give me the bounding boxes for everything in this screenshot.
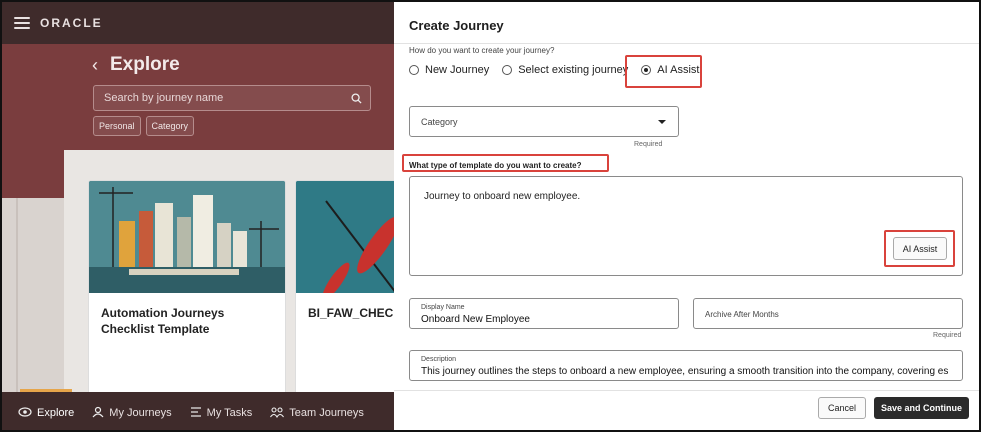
- search-placeholder: Search by journey name: [104, 92, 224, 104]
- nav-explore[interactable]: Explore: [18, 406, 75, 420]
- category-label: Category: [421, 116, 458, 127]
- nav-label: My Journeys: [109, 407, 172, 419]
- nav-my-journeys[interactable]: My Journeys: [92, 406, 172, 421]
- radio-select-existing-journey[interactable]: Select existing journey: [502, 64, 628, 76]
- description-field[interactable]: Description This journey outlines the st…: [409, 350, 963, 381]
- card-title: Automation Journeys Checklist Template: [101, 306, 225, 336]
- explore-header: ‹ Explore: [92, 54, 180, 76]
- oracle-logo: ORACLE: [40, 16, 103, 30]
- footer-divider: [394, 390, 979, 391]
- nav-team-journeys[interactable]: Team Journeys: [270, 406, 364, 421]
- nav-my-tasks[interactable]: My Tasks: [190, 406, 253, 421]
- tasks-icon: [190, 406, 202, 421]
- description-value: This journey outlines the steps to onboa…: [421, 366, 949, 377]
- required-hint: Required: [634, 141, 663, 148]
- drawer-title: Create Journey: [409, 18, 504, 33]
- description-label: Description: [421, 356, 457, 363]
- radio-label: Select existing journey: [518, 64, 629, 76]
- cancel-button[interactable]: Cancel: [818, 397, 866, 419]
- header-divider: [394, 43, 979, 44]
- radio-new-journey[interactable]: New Journey: [409, 64, 489, 76]
- person-icon: [92, 406, 104, 421]
- radio-label: AI Assist: [657, 64, 700, 76]
- radio-ai-assist[interactable]: AI Assist: [641, 64, 699, 76]
- radio-circle[interactable]: [409, 65, 419, 75]
- ai-assist-button[interactable]: AI Assist: [893, 237, 947, 260]
- left-background-panel: [2, 198, 64, 398]
- chip-category[interactable]: Category: [145, 116, 195, 136]
- create-journey-drawer: Create Journey How do you want to create…: [394, 4, 979, 430]
- archive-after-months-label: Archive After Months: [705, 310, 779, 319]
- bottom-navigation: Explore My Journeys My Tasks Team Journe…: [2, 392, 394, 430]
- search-icon[interactable]: [342, 92, 370, 104]
- nav-label: My Tasks: [206, 407, 253, 419]
- required-hint: Required: [933, 332, 962, 339]
- display-name-label: Display Name: [421, 304, 465, 311]
- nav-label: Explore: [37, 407, 75, 419]
- page-title: Explore: [110, 54, 180, 75]
- radio-circle[interactable]: [502, 65, 513, 75]
- radio-label: New Journey: [425, 64, 490, 76]
- template-prompt-textarea[interactable]: Journey to onboard new employee.: [409, 176, 963, 276]
- team-icon: [270, 406, 285, 421]
- save-and-continue-button[interactable]: Save and Continue: [874, 397, 969, 419]
- creation-method-radio-group: New Journey Select existing journey AI A…: [409, 64, 712, 76]
- template-prompt-text: Journey to onboard new employee.: [424, 191, 581, 202]
- journey-card[interactable]: Automation Journeys Checklist Template: [88, 180, 286, 395]
- caret-down-icon[interactable]: [658, 119, 666, 124]
- hamburger-menu-icon[interactable]: [14, 17, 30, 29]
- display-name-field[interactable]: Display Name Onboard New Employee: [409, 298, 679, 329]
- display-name-value: Onboard New Employee: [421, 314, 530, 325]
- search-input[interactable]: Search by journey name: [93, 85, 371, 111]
- top-bar: ORACLE: [2, 2, 394, 44]
- card-title: BI_FAW_CHECK: [308, 306, 394, 320]
- journey-card[interactable]: BI_FAW_CHECK: [295, 180, 394, 395]
- card-illustration-image: [89, 181, 285, 293]
- radio-circle-selected[interactable]: [641, 65, 652, 75]
- card-illustration-image: [296, 181, 394, 293]
- archive-after-months-field[interactable]: Archive After Months: [693, 298, 963, 329]
- creation-method-question: How do you want to create your journey?: [409, 46, 555, 55]
- screenshot-frame: ORACLE ‹ Explore Search by journey name …: [0, 0, 981, 432]
- template-question-label: What type of template do you want to cre…: [409, 161, 582, 170]
- explore-app: ORACLE ‹ Explore Search by journey name …: [2, 2, 394, 430]
- nav-label: Team Journeys: [289, 407, 364, 419]
- back-chevron-icon[interactable]: ‹: [92, 55, 98, 76]
- category-select[interactable]: Category: [409, 106, 679, 137]
- chip-personal[interactable]: Personal: [93, 116, 141, 136]
- filter-chips: Personal Category: [93, 116, 195, 136]
- eye-icon: [18, 406, 32, 420]
